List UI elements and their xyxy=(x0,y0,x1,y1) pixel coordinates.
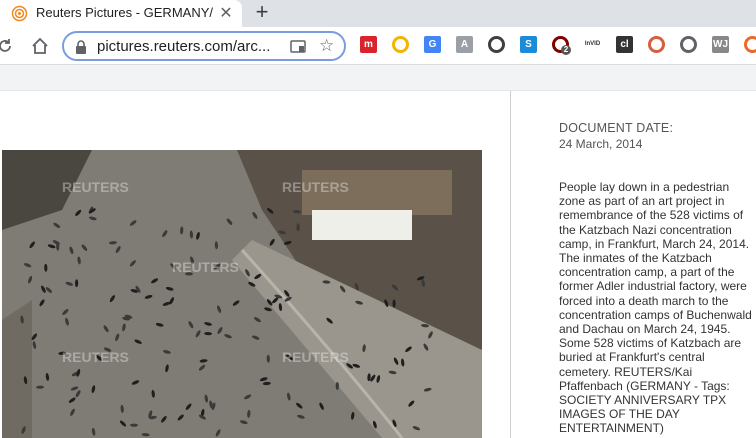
reuters-favicon-icon xyxy=(11,5,28,22)
reload-icon[interactable] xyxy=(0,37,14,55)
news-photo[interactable]: REUTERS REUTERS REUTERS REUTERS REUTERS xyxy=(2,150,482,438)
document-date-label: DOCUMENT DATE: xyxy=(559,121,674,135)
audio-extension-icon[interactable] xyxy=(744,36,756,53)
home-icon[interactable] xyxy=(31,37,49,55)
reuters-watermark-4: REUTERS xyxy=(62,349,129,365)
extension-badge: 2 xyxy=(561,45,571,55)
column-divider xyxy=(510,91,511,438)
ublock-extension-icon[interactable]: 2 xyxy=(552,36,571,55)
document-date-value: 24 March, 2014 xyxy=(559,137,643,151)
bookmark-extension-icon[interactable] xyxy=(392,36,409,53)
cast-icon[interactable] xyxy=(290,40,306,54)
download-extension-icon[interactable] xyxy=(488,36,505,53)
photo-caption: People lay down in a pedestrian zone as … xyxy=(559,180,752,436)
globe-extension-icon[interactable] xyxy=(648,36,665,53)
person-figure xyxy=(296,223,300,232)
tab-title: Reuters Pictures - GERMANY/ xyxy=(36,5,213,20)
gray-a-extension-icon[interactable]: A xyxy=(456,36,473,53)
browser-tab[interactable]: Reuters Pictures - GERMANY/ ✕ xyxy=(0,0,242,27)
reuters-watermark-1: REUTERS xyxy=(62,179,129,195)
new-tab-plus-icon[interactable]: + xyxy=(252,0,272,24)
drive-extension-icon[interactable] xyxy=(680,36,697,53)
page-content: REUTERS REUTERS REUTERS REUTERS REUTERS … xyxy=(0,91,756,438)
reuters-watermark-2: REUTERS xyxy=(282,179,349,195)
photo-scene: REUTERS REUTERS REUTERS REUTERS REUTERS xyxy=(2,150,482,438)
cl-extension-icon[interactable]: cl xyxy=(616,36,633,53)
mendeley-extension-icon[interactable]: m xyxy=(360,36,377,53)
skype-extension-icon[interactable]: S xyxy=(520,36,537,53)
page-top-bar xyxy=(0,65,756,91)
lock-icon[interactable] xyxy=(74,39,88,55)
invid-extension-icon[interactable]: InVID xyxy=(584,36,601,53)
bookmark-star-icon[interactable]: ☆ xyxy=(319,36,334,56)
browser-toolbar: pictures.reuters.com/arc... ☆ m G A S 2 InVID… xyxy=(0,27,756,65)
reuters-watermark-5: REUTERS xyxy=(282,349,349,365)
person-figure xyxy=(392,299,396,308)
tab-strip: Reuters Pictures - GERMANY/ ✕ + xyxy=(0,0,756,27)
close-tab-icon[interactable]: ✕ xyxy=(218,3,234,23)
address-bar[interactable]: pictures.reuters.com/arc... ☆ xyxy=(62,31,346,61)
translate-extension-icon[interactable]: G xyxy=(424,36,441,53)
reuters-watermark-3: REUTERS xyxy=(172,259,239,275)
wj-extension-icon[interactable]: WJ xyxy=(712,36,729,53)
person-figure xyxy=(335,382,339,390)
url-text[interactable]: pictures.reuters.com/arc... xyxy=(97,38,270,55)
